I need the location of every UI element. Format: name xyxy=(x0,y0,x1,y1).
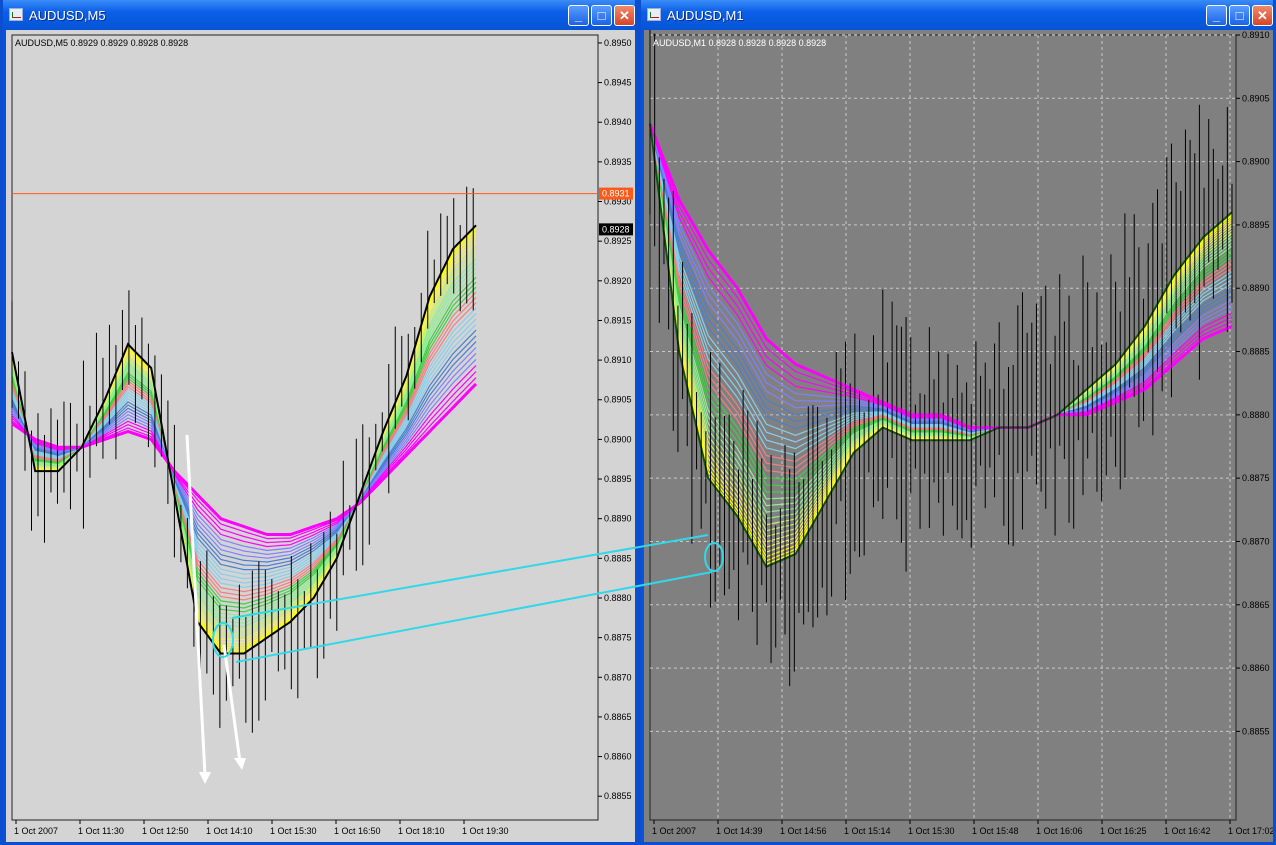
maximize-button[interactable]: □ xyxy=(1229,5,1250,26)
title-bar[interactable]: AUDUSD,M5 _ □ ✕ xyxy=(3,0,635,30)
x-tick-label: 1 Oct 14:10 xyxy=(206,826,253,836)
x-tick-label: 1 Oct 16:06 xyxy=(1036,826,1083,836)
y-tick-label: 0.8900 xyxy=(1242,157,1270,167)
chart-window-m5[interactable]: AUDUSD,M5 _ □ ✕ 0.8950 0.8945 0.8940 0.8935… xyxy=(0,0,638,845)
y-tick-label: 0.8895 xyxy=(1242,220,1270,230)
x-tick-label: 1 Oct 12:50 xyxy=(142,826,189,836)
x-tick-label: 1 Oct 18:10 xyxy=(398,826,445,836)
x-tick-label: 1 Oct 14:56 xyxy=(780,826,827,836)
maximize-button[interactable]: □ xyxy=(591,5,612,26)
minimize-button[interactable]: _ xyxy=(568,5,589,26)
y-tick-label: 0.8935 xyxy=(604,157,632,167)
window-title: AUDUSD,M5 xyxy=(29,8,106,23)
y-tick-label: 0.8860 xyxy=(1242,663,1270,673)
y-tick-label: 0.8895 xyxy=(604,474,632,484)
y-tick-label: 0.8920 xyxy=(604,276,632,286)
hline-price-label: 0.8931 xyxy=(602,189,630,199)
x-tick-label: 1 Oct 2007 xyxy=(652,826,696,836)
y-tick-label: 0.8915 xyxy=(604,315,632,325)
y-tick-label: 0.8910 xyxy=(604,355,632,365)
y-tick-label: 0.8925 xyxy=(604,236,632,246)
y-tick-label: 0.8885 xyxy=(604,553,632,563)
y-tick-label: 0.8890 xyxy=(604,514,632,524)
y-tick-label: 0.8865 xyxy=(604,712,632,722)
x-tick-label: 1 Oct 15:14 xyxy=(844,826,891,836)
last-price-label: 0.8928 xyxy=(602,224,630,234)
symbol-info: AUDUSD,M5 0.8929 0.8929 0.8928 0.8928 xyxy=(15,38,188,48)
y-tick-label: 0.8885 xyxy=(1242,347,1270,357)
y-tick-label: 0.8875 xyxy=(1242,473,1270,483)
y-tick-label: 0.8880 xyxy=(604,593,632,603)
x-tick-label: 1 Oct 16:50 xyxy=(334,826,381,836)
window-title: AUDUSD,M1 xyxy=(667,8,744,23)
x-tick-label: 1 Oct 11:30 xyxy=(78,826,124,836)
minimize-button[interactable]: _ xyxy=(1206,5,1227,26)
x-tick-label: 1 Oct 15:30 xyxy=(908,826,955,836)
x-tick-label: 1 Oct 19:30 xyxy=(462,826,509,836)
chart-window-m1[interactable]: AUDUSD,M1 _ □ ✕ 0.8910 0.8905 0.8900 0.8895… xyxy=(638,0,1276,845)
symbol-info: AUDUSD,M1 0.8928 0.8928 0.8928 0.8928 xyxy=(653,38,826,48)
y-tick-label: 0.8855 xyxy=(1242,726,1270,736)
y-tick-label: 0.8905 xyxy=(604,395,632,405)
x-tick-label: 1 Oct 15:30 xyxy=(270,826,317,836)
x-tick-label: 1 Oct 14:39 xyxy=(716,826,763,836)
x-tick-label: 1 Oct 16:42 xyxy=(1164,826,1211,836)
close-button[interactable]: ✕ xyxy=(1252,5,1273,26)
x-tick-label: 1 Oct 2007 xyxy=(14,826,58,836)
y-tick-label: 0.8865 xyxy=(1242,600,1270,610)
y-tick-label: 0.8880 xyxy=(1242,410,1270,420)
chart-window-icon xyxy=(647,8,661,21)
y-tick-label: 0.8950 xyxy=(604,38,632,48)
y-tick-label: 0.8870 xyxy=(604,672,632,682)
y-tick-label: 0.8890 xyxy=(1242,283,1270,293)
title-bar[interactable]: AUDUSD,M1 _ □ ✕ xyxy=(641,0,1273,30)
y-tick-label: 0.8870 xyxy=(1242,536,1270,546)
price-chart-m5[interactable]: 0.8950 0.8945 0.8940 0.8935 0.8930 0.8925 0.89… xyxy=(6,30,635,842)
y-tick-label: 0.8905 xyxy=(1242,93,1270,103)
x-tick-label: 1 Oct 16:25 xyxy=(1100,826,1147,836)
y-tick-label: 0.8940 xyxy=(604,117,632,127)
price-chart-m1[interactable]: 0.8910 0.8905 0.8900 0.8895 0.8890 0.8885 0.88… xyxy=(644,30,1273,842)
y-tick-label: 0.8855 xyxy=(604,791,632,801)
y-tick-label: 0.8860 xyxy=(604,752,632,762)
y-tick-label: 0.8875 xyxy=(604,633,632,643)
y-tick-label: 0.8910 xyxy=(1242,30,1270,40)
chart-window-icon xyxy=(9,8,23,21)
x-tick-label: 1 Oct 17:02 xyxy=(1228,826,1273,836)
x-tick-label: 1 Oct 15:48 xyxy=(972,826,1019,836)
close-button[interactable]: ✕ xyxy=(614,5,635,26)
y-tick-label: 0.8945 xyxy=(604,78,632,88)
y-tick-label: 0.8900 xyxy=(604,434,632,444)
